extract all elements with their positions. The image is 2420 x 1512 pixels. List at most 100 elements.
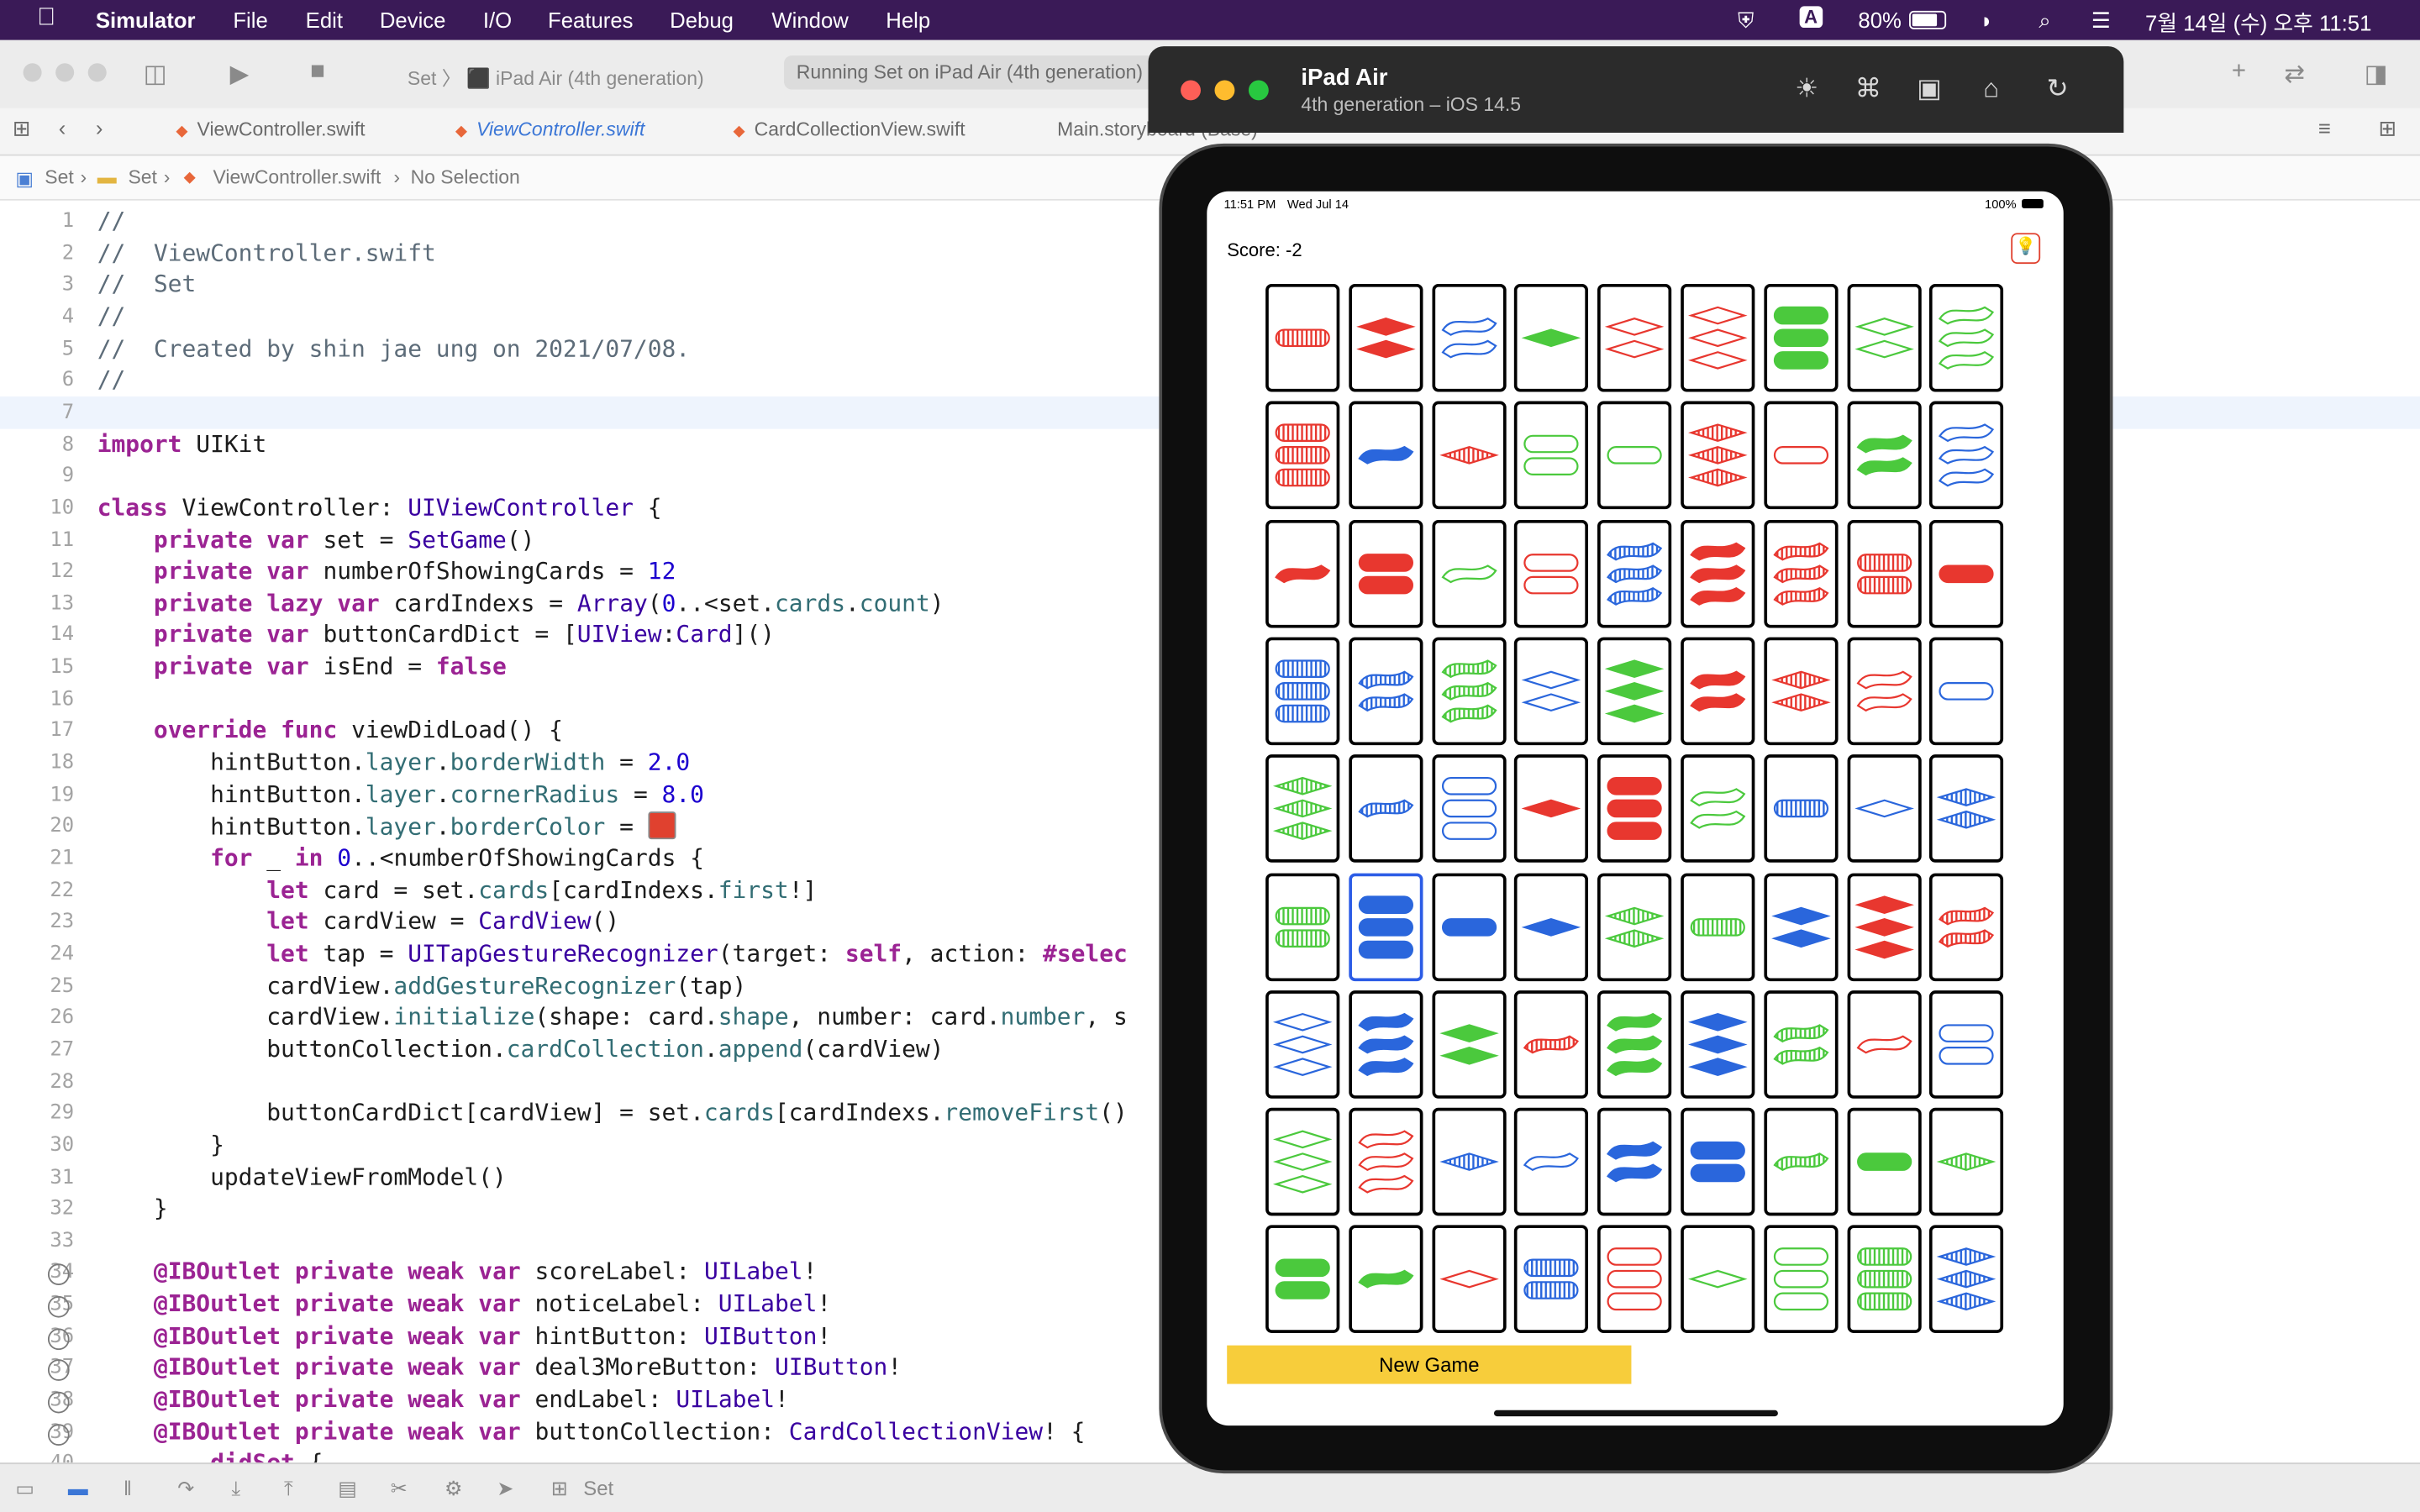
- set-card[interactable]: [1597, 637, 1672, 745]
- vpn-shield-icon[interactable]: ⛨: [1738, 8, 1754, 34]
- set-card[interactable]: [1764, 1226, 1839, 1334]
- set-card[interactable]: [1846, 1226, 1921, 1334]
- set-card[interactable]: [1514, 519, 1589, 627]
- code-line[interactable]: private var isEnd = false: [97, 653, 507, 680]
- set-card[interactable]: [1265, 283, 1340, 392]
- brightness-icon[interactable]: ☀: [1795, 74, 1818, 105]
- window-minimize-button[interactable]: [55, 63, 75, 82]
- set-card[interactable]: [1846, 872, 1921, 981]
- code-line[interactable]: class ViewController: UIViewController {: [97, 493, 662, 521]
- breadcrumb-file[interactable]: ViewController.swift: [213, 166, 381, 188]
- set-card[interactable]: [1431, 754, 1506, 864]
- apple-menu-icon[interactable]: : [37, 5, 55, 33]
- code-line[interactable]: @IBOutlet private weak var noticeLabel: …: [97, 1290, 831, 1318]
- breadcrumb-group[interactable]: Set: [128, 166, 156, 188]
- app-name-menu[interactable]: Simulator: [96, 8, 196, 32]
- set-card[interactable]: [1431, 637, 1506, 745]
- sim-close-button[interactable]: [1181, 80, 1201, 101]
- navigator-toggle-icon[interactable]: ◫: [144, 59, 167, 90]
- set-card[interactable]: [1681, 872, 1755, 981]
- set-card[interactable]: [1846, 637, 1921, 745]
- set-card[interactable]: [1265, 990, 1340, 1099]
- code-line[interactable]: @IBOutlet private weak var buttonCollect…: [97, 1417, 1086, 1445]
- view-debugger-icon[interactable]: ▤: [338, 1477, 357, 1501]
- window-zoom-button[interactable]: [87, 63, 107, 82]
- set-card[interactable]: [1597, 990, 1672, 1099]
- breadcrumb-selection[interactable]: No Selection: [411, 166, 520, 188]
- menu-edit[interactable]: Edit: [306, 8, 343, 32]
- code-line[interactable]: cardView.addGestureRecognizer(tap): [97, 971, 747, 999]
- code-line[interactable]: let card = set.cards[cardIndexs.first!]: [97, 876, 818, 904]
- set-card[interactable]: [1764, 990, 1839, 1099]
- home-icon[interactable]: ⌂: [1983, 74, 1999, 105]
- new-game-button[interactable]: New Game: [1227, 1345, 1632, 1384]
- code-line[interactable]: @IBOutlet private weak var scoreLabel: U…: [97, 1258, 818, 1286]
- code-line[interactable]: hintButton.layer.cornerRadius = 8.0: [97, 780, 704, 808]
- set-card[interactable]: [1597, 1107, 1672, 1216]
- set-card[interactable]: [1597, 519, 1672, 627]
- set-card[interactable]: [1846, 519, 1921, 627]
- outlet-connection-circle[interactable]: [47, 1296, 70, 1318]
- tab-viewcontroller-2[interactable]: ◆ ViewController.swift: [455, 118, 645, 140]
- set-card[interactable]: [1348, 990, 1423, 1099]
- set-card[interactable]: [1431, 519, 1506, 627]
- set-card[interactable]: [1929, 1226, 2004, 1334]
- add-editor-icon[interactable]: ⊞: [2378, 116, 2396, 142]
- set-card[interactable]: [1929, 872, 2004, 981]
- set-card[interactable]: [1265, 519, 1340, 627]
- set-card[interactable]: [1764, 283, 1839, 392]
- set-card[interactable]: [1929, 283, 2004, 392]
- set-card[interactable]: [1514, 402, 1589, 510]
- set-card[interactable]: [1929, 402, 2004, 510]
- code-line[interactable]: hintButton.layer.borderWidth = 2.0: [97, 748, 690, 776]
- code-line[interactable]: import UIKit: [97, 430, 267, 458]
- set-card[interactable]: [1514, 990, 1589, 1099]
- color-literal-swatch[interactable]: [647, 811, 676, 840]
- set-card[interactable]: [1681, 519, 1755, 627]
- set-card[interactable]: [1431, 990, 1506, 1099]
- spotlight-search-icon[interactable]: ⌕: [2039, 8, 2050, 34]
- set-card[interactable]: [1265, 1226, 1340, 1334]
- code-line[interactable]: buttonCardDict[cardView] = set.cards[car…: [97, 1099, 1128, 1126]
- set-card[interactable]: [1929, 519, 2004, 627]
- code-line[interactable]: hintButton.layer.borderColor =: [97, 811, 676, 842]
- tab-cardcollectionview[interactable]: ◆ CardCollectionView.swift: [733, 118, 965, 140]
- code-line[interactable]: // Created by shin jae ung on 2021/07/08…: [97, 334, 690, 362]
- breakpoints-toggle-icon[interactable]: ▬: [68, 1477, 88, 1500]
- set-card[interactable]: [1846, 402, 1921, 510]
- scheme-selector[interactable]: Set 〉 ⬛ iPad Air (4th generation): [408, 61, 704, 91]
- screenshot-camera-icon[interactable]: ▣: [1917, 74, 1942, 105]
- menu-features[interactable]: Features: [548, 8, 633, 32]
- set-card[interactable]: [1846, 990, 1921, 1099]
- input-source-icon[interactable]: A: [1799, 6, 1823, 29]
- set-card[interactable]: [1348, 1226, 1423, 1334]
- editor-options-icon[interactable]: ≡: [2318, 116, 2331, 140]
- code-line[interactable]: }: [97, 1194, 168, 1222]
- set-card[interactable]: [1514, 1226, 1589, 1334]
- code-line[interactable]: private var numberOfShowingCards = 12: [97, 557, 676, 585]
- outlet-connection-circle[interactable]: [47, 1327, 70, 1350]
- set-card[interactable]: [1348, 519, 1423, 627]
- set-card[interactable]: [1348, 1107, 1423, 1216]
- code-line[interactable]: //: [97, 207, 126, 234]
- add-library-icon[interactable]: +: [2232, 59, 2246, 87]
- sim-minimize-button[interactable]: [1214, 80, 1235, 101]
- set-card[interactable]: [1597, 1226, 1672, 1334]
- code-line[interactable]: //: [97, 366, 126, 394]
- set-card[interactable]: [1929, 990, 2004, 1099]
- set-card[interactable]: [1265, 872, 1340, 981]
- code-line[interactable]: override func viewDidLoad() {: [97, 717, 563, 744]
- set-card[interactable]: [1681, 1107, 1755, 1216]
- set-card[interactable]: [1929, 1107, 2004, 1216]
- set-card[interactable]: [1348, 872, 1423, 981]
- menu-help[interactable]: Help: [886, 8, 930, 32]
- grid-icon[interactable]: ⊞: [13, 116, 31, 142]
- control-center-icon[interactable]: ☰: [2091, 8, 2111, 34]
- set-card[interactable]: [1348, 402, 1423, 510]
- set-card[interactable]: [1514, 754, 1589, 864]
- set-card[interactable]: [1846, 754, 1921, 864]
- window-close-button[interactable]: [23, 63, 42, 82]
- menu-debug[interactable]: Debug: [670, 8, 734, 32]
- set-card[interactable]: [1431, 1107, 1506, 1216]
- hint-button[interactable]: 💡: [2011, 233, 2041, 265]
